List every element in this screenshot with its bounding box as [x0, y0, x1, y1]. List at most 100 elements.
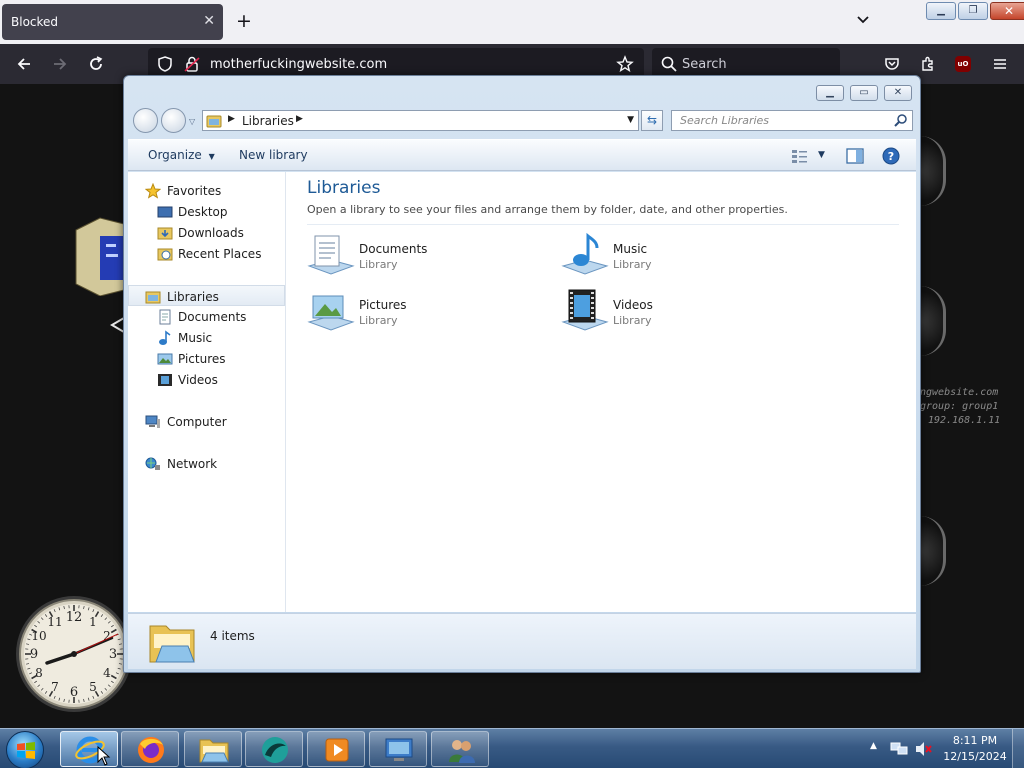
- tray-time: 8:11 PM: [952, 734, 998, 747]
- page-description: Open a library to see your files and arr…: [307, 203, 788, 216]
- view-dropdown-icon[interactable]: ▼: [818, 150, 825, 160]
- gadget-edge: [920, 136, 946, 206]
- search-input[interactable]: Search Libraries: [671, 110, 913, 131]
- nav-label: Music: [178, 331, 213, 345]
- ublock-icon[interactable]: uO: [955, 56, 971, 72]
- breadcrumb-arrow-icon[interactable]: ▶: [228, 114, 235, 124]
- library-documents[interactable]: Documents Library: [305, 232, 525, 282]
- nav-computer[interactable]: Computer: [128, 411, 285, 432]
- recent-pages-icon[interactable]: ▽: [189, 117, 195, 126]
- library-type: Library: [613, 258, 652, 271]
- teal-app-icon: [262, 737, 288, 763]
- help-icon[interactable]: ?: [882, 147, 900, 165]
- nav-documents[interactable]: Documents: [128, 306, 285, 327]
- library-music[interactable]: Music Library: [559, 232, 779, 282]
- start-button[interactable]: [6, 731, 44, 768]
- users-icon: [449, 740, 475, 763]
- documents-icon: [159, 309, 171, 325]
- taskbar-app-button[interactable]: [245, 731, 303, 767]
- shield-icon[interactable]: [156, 55, 174, 73]
- computer-icon: [145, 415, 160, 428]
- show-desktop-button[interactable]: [1012, 729, 1024, 768]
- url-text: motherfuckingwebsite.com: [210, 57, 388, 72]
- nav-favorites[interactable]: Favorites: [128, 180, 285, 201]
- clock-gadget[interactable]: 12 1 2 3 4 5 6 7 8 9 10 11: [14, 594, 134, 714]
- taskbar-users-button[interactable]: [431, 731, 489, 767]
- lock-insecure-icon[interactable]: [183, 55, 201, 73]
- details-pane: 4 items: [128, 613, 916, 669]
- file-explorer-icon: [199, 739, 229, 763]
- search-placeholder: Search: [682, 57, 727, 72]
- nav-network[interactable]: Network: [128, 453, 285, 474]
- clock-number: 6: [70, 685, 78, 700]
- downloads-folder-icon: [157, 227, 173, 240]
- taskbar-remote-desktop-button[interactable]: [369, 731, 427, 767]
- nav-label: Downloads: [178, 226, 244, 240]
- list-tabs-icon[interactable]: [855, 12, 871, 28]
- clock-number: 7: [51, 680, 59, 694]
- nav-label: Documents: [178, 310, 247, 324]
- network-icon: [145, 457, 160, 470]
- bookmark-star-icon[interactable]: [616, 55, 634, 73]
- libraries-icon: [145, 291, 161, 304]
- taskbar-firefox-button[interactable]: [121, 731, 179, 767]
- window-minimize-button[interactable]: ▁: [816, 85, 844, 101]
- browser-tab[interactable]: Blocked ✕: [2, 4, 223, 40]
- forward-icon[interactable]: [51, 55, 69, 73]
- tray-clock[interactable]: 8:11 PM 12/15/2024: [942, 733, 1008, 765]
- close-button[interactable]: ✕: [990, 2, 1024, 20]
- back-icon[interactable]: [15, 55, 33, 73]
- desktop-computer-icon[interactable]: [70, 212, 124, 296]
- nav-recent-places[interactable]: Recent Places: [128, 243, 285, 264]
- close-icon: ✕: [893, 87, 903, 98]
- breadcrumb-arrow-icon[interactable]: ▶: [296, 114, 303, 124]
- extensions-icon[interactable]: [919, 55, 937, 73]
- mouse-cursor-icon: [97, 746, 111, 766]
- nav-desktop[interactable]: Desktop: [128, 201, 285, 222]
- taskbar-ie-button[interactable]: [60, 731, 118, 767]
- reload-icon[interactable]: [87, 55, 105, 73]
- network-tray-icon[interactable]: [890, 741, 908, 757]
- address-bar[interactable]: ▶ Libraries ▶ ▼: [202, 110, 639, 131]
- library-videos[interactable]: Videos Library: [559, 288, 779, 338]
- content-pane: Libraries Open a library to see your fil…: [287, 172, 916, 612]
- desktop-info-line: 192.168.1.11: [928, 415, 1001, 426]
- breadcrumb[interactable]: Libraries: [242, 114, 294, 128]
- taskbar-explorer-button[interactable]: [184, 731, 242, 767]
- libraries-window: ▁ ▭ ✕ ▽ ▶ Libraries ▶ ▼ ⇆ Search Librari…: [123, 75, 921, 673]
- window-body: Favorites Desktop Downloads Recent Place…: [128, 172, 916, 612]
- restore-button[interactable]: ❐: [958, 2, 988, 20]
- browser-tabbar: Blocked ✕ + ▁ ❐ ✕: [0, 0, 1024, 44]
- nav-label: Computer: [167, 415, 227, 429]
- pocket-icon[interactable]: [883, 55, 901, 73]
- show-hidden-icons-icon[interactable]: ▲: [870, 741, 877, 751]
- refresh-button[interactable]: ⇆: [641, 110, 663, 131]
- nav-music[interactable]: Music: [128, 327, 285, 348]
- preview-pane-icon[interactable]: [846, 148, 864, 164]
- organize-button[interactable]: Organize ▼: [148, 148, 215, 162]
- new-library-button[interactable]: New library: [239, 148, 308, 162]
- window-close-button[interactable]: ✕: [884, 85, 912, 101]
- taskbar: ▲ 8:11 PM 12/15/2024: [0, 728, 1024, 768]
- forward-button[interactable]: [161, 108, 186, 133]
- minimize-button[interactable]: ▁: [926, 2, 956, 20]
- search-icon[interactable]: [894, 113, 908, 127]
- taskbar-media-player-button[interactable]: [307, 731, 365, 767]
- menu-hamburger-icon[interactable]: [991, 55, 1009, 73]
- nav-pictures[interactable]: Pictures: [128, 348, 285, 369]
- tab-close-icon[interactable]: ✕: [203, 13, 215, 29]
- nav-downloads[interactable]: Downloads: [128, 222, 285, 243]
- nav-libraries[interactable]: Libraries: [128, 285, 285, 306]
- volume-muted-icon[interactable]: [914, 741, 932, 757]
- back-button[interactable]: [133, 108, 158, 133]
- videos-library-icon: [561, 289, 609, 331]
- library-pictures[interactable]: Pictures Library: [305, 288, 525, 338]
- nav-videos[interactable]: Videos: [128, 369, 285, 390]
- address-dropdown-icon[interactable]: ▼: [627, 115, 634, 125]
- new-tab-button[interactable]: +: [236, 10, 252, 32]
- nav-label: Network: [167, 457, 218, 471]
- change-view-icon[interactable]: [791, 148, 809, 164]
- windows-logo-icon: [17, 742, 35, 759]
- library-type: Library: [359, 314, 398, 327]
- window-maximize-button[interactable]: ▭: [850, 85, 878, 101]
